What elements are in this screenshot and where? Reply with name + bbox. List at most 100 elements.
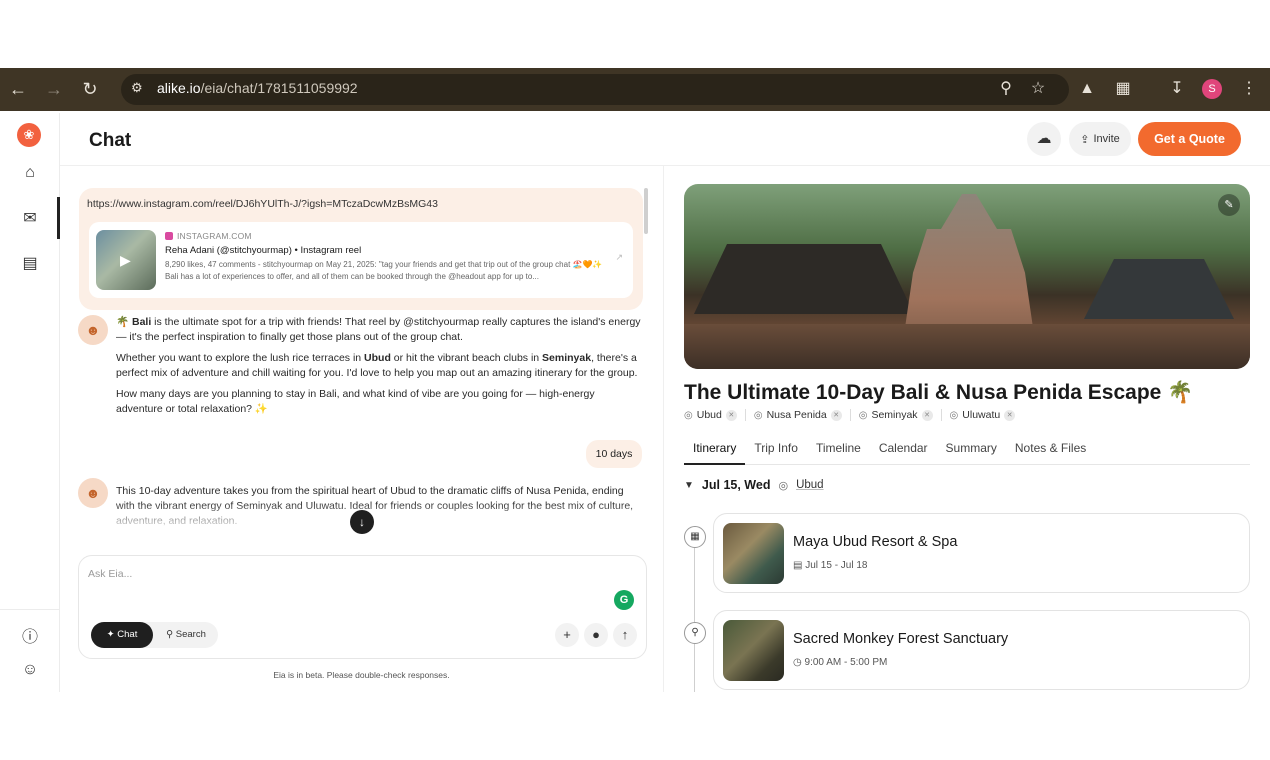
remove-icon[interactable]: ✕ xyxy=(725,409,737,421)
invite-label: Invite xyxy=(1093,133,1120,145)
attraction-thumbnail xyxy=(723,620,784,681)
location-pin-icon: ◎ xyxy=(949,409,959,421)
help-icon[interactable]: ⓘ xyxy=(18,623,42,647)
location-chip[interactable]: ◎ Uluwatu ✕ xyxy=(950,409,1016,421)
share-icon: ⇪ xyxy=(1080,133,1090,146)
scroll-down-button[interactable]: ↓ xyxy=(350,510,374,534)
hotel-icon: ▦ xyxy=(684,526,706,548)
trip-tabs: Itinerary Trip Info Timeline Calendar Su… xyxy=(684,437,1250,465)
calendar-icon: ▤ xyxy=(793,560,803,571)
home-icon[interactable]: ⌂ xyxy=(18,161,42,185)
reload-icon[interactable]: ↻ xyxy=(72,68,108,111)
preview-description: 8,290 likes, 47 comments - stitchyourmap… xyxy=(165,260,603,281)
forward-arrow-icon[interactable]: → xyxy=(36,68,72,111)
reel-thumbnail: ▶ xyxy=(96,230,156,290)
download-icon[interactable]: ↧ xyxy=(1166,78,1188,100)
get-quote-button[interactable]: Get a Quote xyxy=(1138,122,1241,156)
shared-link[interactable]: https://www.instagram.com/reel/DJ6hYUlTh… xyxy=(87,198,438,210)
location-chip[interactable]: ◎ Seminyak ✕ xyxy=(859,409,933,421)
hero-roof-left xyxy=(694,244,914,314)
chat-panel: https://www.instagram.com/reel/DJ6hYUlTh… xyxy=(60,166,663,692)
microphone-icon[interactable]: ● xyxy=(584,623,608,647)
preview-source: INSTAGRAM.COM xyxy=(165,231,252,241)
tab-notes-files[interactable]: Notes & Files xyxy=(1006,437,1095,465)
page-title: Chat xyxy=(89,130,132,151)
user-message-link: https://www.instagram.com/reel/DJ6hYUlTh… xyxy=(79,188,643,310)
card-title: Maya Ubud Resort & Spa xyxy=(793,534,958,550)
bookmark-star-icon[interactable]: ☆ xyxy=(1027,78,1049,100)
cloud-sync-icon[interactable]: ☁ xyxy=(1027,122,1061,156)
chat-mode-button[interactable]: ✦ Chat xyxy=(91,622,153,648)
hotel-thumbnail xyxy=(723,523,784,584)
bot-message: 🌴 Bali is the ultimate spot for a trip w… xyxy=(116,315,644,417)
account-icon[interactable]: ☺ xyxy=(18,658,42,682)
back-arrow-icon[interactable]: ← xyxy=(0,68,36,111)
location-chips: ◎ Ubud ✕ ◎ Nusa Penida ✕ ◎ Seminyak ✕ ◎ Uluwatu… xyxy=(684,409,1016,421)
site-settings-icon[interactable]: ⚙ xyxy=(131,80,149,98)
trip-panel: ✎ The Ultimate 10-Day Bali & Nusa Penida… xyxy=(663,166,1270,692)
zoom-icon[interactable]: ⚲ xyxy=(995,78,1017,100)
message-input[interactable]: Ask Eia... xyxy=(88,568,132,580)
send-arrow-icon[interactable]: ↑ xyxy=(613,623,637,647)
bot-paragraph: How many days are you planning to stay i… xyxy=(116,388,595,415)
chat-scrollbar[interactable] xyxy=(644,188,648,234)
location-pin-icon: ◎ xyxy=(858,409,868,421)
bottom-margin xyxy=(0,692,1270,760)
instagram-preview-card[interactable]: ▶ INSTAGRAM.COM Reha Adani (@stitchyourm… xyxy=(89,222,633,298)
mode-toggle: ✦ Chat ⚲ Search xyxy=(91,622,218,648)
brand-logo-icon[interactable]: ❀ xyxy=(17,123,41,147)
day-header[interactable]: ▼ Jul 15, Wed ◎ Ubud xyxy=(684,478,824,492)
tab-timeline[interactable]: Timeline xyxy=(807,437,870,465)
grammarly-icon[interactable]: G xyxy=(614,590,634,610)
remove-icon[interactable]: ✕ xyxy=(921,409,933,421)
fade-overlay xyxy=(110,502,650,528)
remove-icon[interactable]: ✕ xyxy=(1004,409,1016,421)
profile-avatar[interactable]: S xyxy=(1202,79,1222,99)
sparkle-icon: ✦ xyxy=(106,629,115,640)
tab-itinerary[interactable]: Itinerary xyxy=(684,437,746,465)
puzzle-icon[interactable]: ▦ xyxy=(1112,78,1134,100)
add-attachment-icon[interactable]: + xyxy=(555,623,579,647)
bot-paragraph: Whether you want to explore the lush ric… xyxy=(116,352,638,379)
rail-divider xyxy=(0,609,60,610)
eia-avatar: ☻ xyxy=(78,478,108,508)
chip-divider xyxy=(849,409,851,421)
top-margin xyxy=(0,0,1270,68)
location-chip[interactable]: ◎ Ubud ✕ xyxy=(684,409,737,421)
card-title: Sacred Monkey Forest Sanctuary xyxy=(793,631,1009,647)
tab-calendar[interactable]: Calendar xyxy=(870,437,937,465)
bot-paragraph: 🌴 Bali is the ultimate spot for a trip w… xyxy=(116,316,641,343)
edit-pencil-icon[interactable]: ✎ xyxy=(1218,194,1240,216)
app-window: ❀ ⌂ ✉ ▤ ⓘ ☺ Chat ☁ ⇪ Invite Get a Quote h… xyxy=(0,113,1270,692)
left-rail: ❀ ⌂ ✉ ▤ ⓘ ☺ xyxy=(0,113,60,692)
card-dates: ▤ Jul 15 - Jul 18 xyxy=(793,560,868,571)
day-date: Jul 15, Wed xyxy=(701,478,771,492)
location-chip[interactable]: ◎ Nusa Penida ✕ xyxy=(754,409,842,421)
tab-summary[interactable]: Summary xyxy=(937,437,1006,465)
extension-figure-icon[interactable]: ▲ xyxy=(1076,78,1098,100)
timeline-line xyxy=(694,528,695,692)
chip-divider xyxy=(744,409,746,421)
luggage-icon[interactable]: ▤ xyxy=(18,251,42,275)
card-hours: ◷ 9:00 AM - 5:00 PM xyxy=(793,657,888,668)
more-menu-icon[interactable]: ⋮ xyxy=(1238,78,1260,100)
user-message: 10 days xyxy=(586,440,642,468)
itinerary-card[interactable]: Sacred Monkey Forest Sanctuary ◷ 9:00 AM… xyxy=(713,610,1250,690)
invite-button[interactable]: ⇪ Invite xyxy=(1069,122,1131,156)
remove-icon[interactable]: ✕ xyxy=(830,409,842,421)
location-pin-icon: ◎ xyxy=(684,409,693,421)
eia-avatar: ☻ xyxy=(78,315,108,345)
day-location[interactable]: Ubud xyxy=(796,479,824,491)
tab-trip-info[interactable]: Trip Info xyxy=(745,437,807,465)
chevron-down-icon[interactable]: ▼ xyxy=(684,480,694,491)
itinerary-card[interactable]: Maya Ubud Resort & Spa ▤ Jul 15 - Jul 18 xyxy=(713,513,1250,593)
chat-icon[interactable]: ✉ xyxy=(18,206,42,230)
instagram-icon xyxy=(165,232,173,240)
search-mode-button[interactable]: ⚲ Search xyxy=(157,622,215,648)
message-composer: Ask Eia... G ✦ Chat ⚲ Search + ● ↑ xyxy=(78,555,647,659)
external-link-icon[interactable]: ↗ xyxy=(615,252,623,263)
url-text[interactable]: alike.io/eia/chat/1781511059992 xyxy=(157,80,358,96)
location-pin-icon: ⚲ xyxy=(684,622,706,644)
location-pin-icon: ◎ xyxy=(753,409,763,421)
preview-title: Reha Adani (@stitchyourmap) • Instagram … xyxy=(165,245,362,256)
